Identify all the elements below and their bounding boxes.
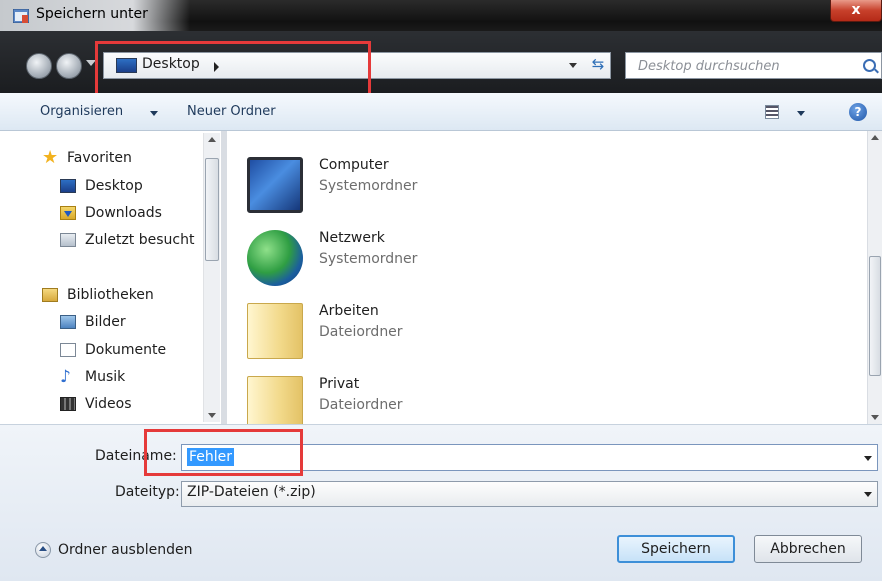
documents-icon bbox=[60, 343, 76, 357]
cancel-button[interactable]: Abbrechen bbox=[754, 535, 862, 563]
sidebar-item-pictures[interactable]: Bilder bbox=[60, 311, 126, 333]
videos-icon bbox=[60, 397, 76, 411]
sidebar-item-label: Musik bbox=[85, 369, 126, 385]
dialog-icon bbox=[13, 9, 29, 23]
organize-dropdown-icon[interactable] bbox=[150, 111, 158, 116]
list-item[interactable]: Computer Systemordner bbox=[247, 153, 547, 213]
organize-button[interactable]: Organisieren bbox=[40, 104, 123, 119]
view-dropdown-icon[interactable] bbox=[797, 111, 805, 116]
folder-icon bbox=[247, 303, 303, 359]
scrollbar-thumb[interactable] bbox=[869, 256, 881, 376]
filetype-label: Dateityp: bbox=[115, 484, 180, 500]
search-box[interactable] bbox=[625, 52, 882, 80]
address-dropdown-icon[interactable] bbox=[569, 63, 577, 68]
sidebar-item-music[interactable]: ♪ Musik bbox=[60, 366, 125, 388]
highlight-box-address bbox=[95, 41, 371, 98]
pictures-icon bbox=[60, 315, 76, 329]
item-type: Systemordner bbox=[319, 178, 418, 194]
save-button[interactable]: Speichern bbox=[617, 535, 735, 563]
file-list: Computer Systemordner Netzwerk Systemord… bbox=[227, 131, 867, 432]
item-type: Dateiordner bbox=[319, 397, 403, 413]
sidebar-scrollbar[interactable] bbox=[203, 133, 220, 422]
scroll-down-icon[interactable] bbox=[208, 413, 216, 418]
view-options-icon[interactable] bbox=[765, 105, 779, 119]
sidebar-item-label: Desktop bbox=[85, 178, 143, 194]
sidebar-item-label: Favoriten bbox=[67, 150, 132, 166]
title-bar: Speichern unter x bbox=[0, 0, 882, 31]
sidebar-item-label: Dokumente bbox=[85, 342, 167, 358]
toolbar: Organisieren Neuer Ordner ? bbox=[0, 93, 882, 131]
item-name: Netzwerk bbox=[319, 230, 385, 246]
scroll-up-icon[interactable] bbox=[208, 137, 216, 142]
sidebar-item-desktop[interactable]: Desktop bbox=[60, 175, 143, 197]
filetype-select[interactable]: ZIP-Dateien (*.zip) bbox=[181, 481, 878, 507]
back-button[interactable] bbox=[26, 53, 52, 79]
help-icon[interactable]: ? bbox=[849, 103, 867, 121]
list-item[interactable]: Netzwerk Systemordner bbox=[247, 226, 547, 286]
hide-folders-toggle[interactable]: Ordner ausblenden bbox=[35, 542, 193, 558]
save-form: Dateiname: Fehler Dateityp: ZIP-Dateien … bbox=[0, 424, 882, 581]
recent-places-icon bbox=[60, 233, 76, 247]
sidebar-item-label: Bilder bbox=[85, 314, 126, 330]
scroll-up-icon[interactable] bbox=[871, 135, 879, 140]
search-input[interactable] bbox=[626, 53, 862, 80]
list-item[interactable]: Arbeiten Dateiordner bbox=[247, 299, 547, 359]
star-icon: ★ bbox=[42, 147, 59, 168]
music-icon: ♪ bbox=[60, 367, 71, 387]
network-icon bbox=[247, 230, 303, 286]
item-name: Arbeiten bbox=[319, 303, 379, 319]
navigation-pane: ★ Favoriten Desktop Downloads Zuletzt be… bbox=[0, 131, 221, 424]
chevron-up-icon bbox=[35, 542, 51, 558]
refresh-icon[interactable]: ⇆ bbox=[585, 55, 611, 76]
hide-folders-label: Ordner ausblenden bbox=[58, 542, 193, 558]
save-as-dialog: Speichern unter x Desktop ⇆ Organisieren… bbox=[0, 0, 882, 581]
sidebar-item-label: Bibliotheken bbox=[67, 287, 154, 303]
item-type: Systemordner bbox=[319, 251, 418, 267]
forward-button[interactable] bbox=[56, 53, 82, 79]
sidebar-item-favorites[interactable]: ★ Favoriten bbox=[42, 147, 132, 169]
downloads-icon bbox=[60, 206, 76, 220]
item-name: Computer bbox=[319, 157, 389, 173]
highlight-box-filename bbox=[144, 429, 303, 476]
sidebar-item-label: Zuletzt besucht bbox=[85, 232, 195, 248]
sidebar-item-libraries[interactable]: Bibliotheken bbox=[42, 284, 154, 306]
libraries-icon bbox=[42, 288, 58, 302]
sidebar-item-recent-places[interactable]: Zuletzt besucht bbox=[60, 229, 194, 251]
item-type: Dateiordner bbox=[319, 324, 403, 340]
new-folder-button[interactable]: Neuer Ordner bbox=[187, 104, 276, 119]
sidebar-item-documents[interactable]: Dokumente bbox=[60, 339, 166, 361]
search-icon[interactable] bbox=[863, 59, 876, 72]
desktop-icon bbox=[60, 179, 76, 193]
window-title: Speichern unter bbox=[36, 6, 148, 22]
sidebar-item-downloads[interactable]: Downloads bbox=[60, 202, 162, 224]
item-name: Privat bbox=[319, 376, 360, 392]
sidebar-item-label: Videos bbox=[85, 396, 132, 412]
filetype-value: ZIP-Dateien (*.zip) bbox=[187, 484, 316, 500]
sidebar-item-videos[interactable]: Videos bbox=[60, 393, 132, 415]
scrollbar-thumb[interactable] bbox=[205, 158, 219, 261]
file-list-scrollbar[interactable] bbox=[868, 131, 882, 424]
sidebar-item-label: Downloads bbox=[85, 205, 162, 221]
list-item[interactable]: Privat Dateiordner bbox=[247, 372, 547, 432]
computer-icon bbox=[247, 157, 303, 213]
scroll-down-icon[interactable] bbox=[871, 415, 879, 420]
close-button[interactable]: x bbox=[830, 0, 882, 22]
filetype-dropdown-icon[interactable] bbox=[864, 492, 872, 497]
filename-dropdown-icon[interactable] bbox=[864, 456, 872, 461]
